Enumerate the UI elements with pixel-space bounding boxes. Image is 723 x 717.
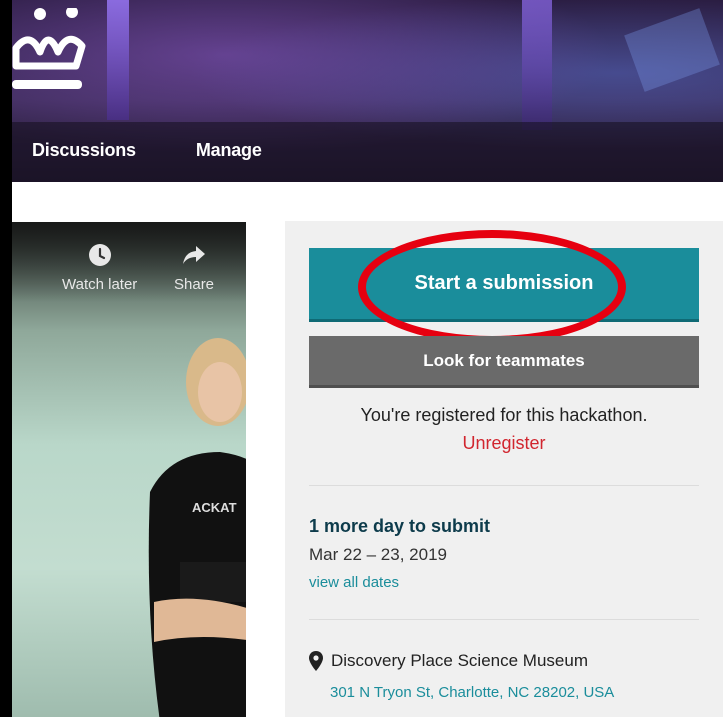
page: Discussions Manage Watch later Share ACK… bbox=[12, 0, 723, 717]
event-dates: Mar 22 – 23, 2019 bbox=[309, 545, 447, 564]
video-player[interactable]: Watch later Share ACKAT bbox=[12, 222, 246, 717]
crown-logo-icon[interactable] bbox=[12, 8, 90, 98]
unregister-link[interactable]: Unregister bbox=[285, 433, 723, 454]
watch-later-button[interactable]: Watch later bbox=[62, 242, 137, 293]
video-frame-person: ACKAT bbox=[148, 338, 246, 717]
share-arrow-icon bbox=[183, 246, 206, 264]
header-banner: Discussions Manage bbox=[12, 0, 723, 182]
divider bbox=[309, 485, 699, 486]
top-nav: Discussions Manage bbox=[32, 140, 262, 161]
share-label: Share bbox=[174, 276, 215, 293]
nav-discussions[interactable]: Discussions bbox=[32, 140, 136, 161]
registration-status: You're registered for this hackathon. bbox=[360, 405, 648, 425]
look-for-teammates-button[interactable]: Look for teammates bbox=[309, 336, 699, 388]
share-button[interactable]: Share bbox=[174, 242, 214, 293]
clock-icon bbox=[88, 244, 111, 266]
venue-name: Discovery Place Science Museum bbox=[331, 651, 588, 670]
watch-later-label: Watch later bbox=[62, 276, 138, 293]
venue: Discovery Place Science Museum bbox=[309, 651, 588, 671]
nav-manage[interactable]: Manage bbox=[196, 140, 262, 161]
shirt-text: ACKAT bbox=[192, 500, 237, 515]
submission-deadline: 1 more day to submit bbox=[309, 516, 491, 536]
venue-address-link[interactable]: 301 N Tryon St, Charlotte, NC 28202, USA bbox=[330, 684, 614, 701]
view-all-dates-link[interactable]: view all dates bbox=[309, 574, 399, 591]
start-submission-button[interactable]: Start a submission bbox=[309, 248, 699, 322]
map-pin-icon bbox=[309, 651, 323, 671]
hackathon-sidebar: Start a submission Look for teammates Yo… bbox=[285, 221, 723, 717]
divider bbox=[309, 619, 699, 620]
